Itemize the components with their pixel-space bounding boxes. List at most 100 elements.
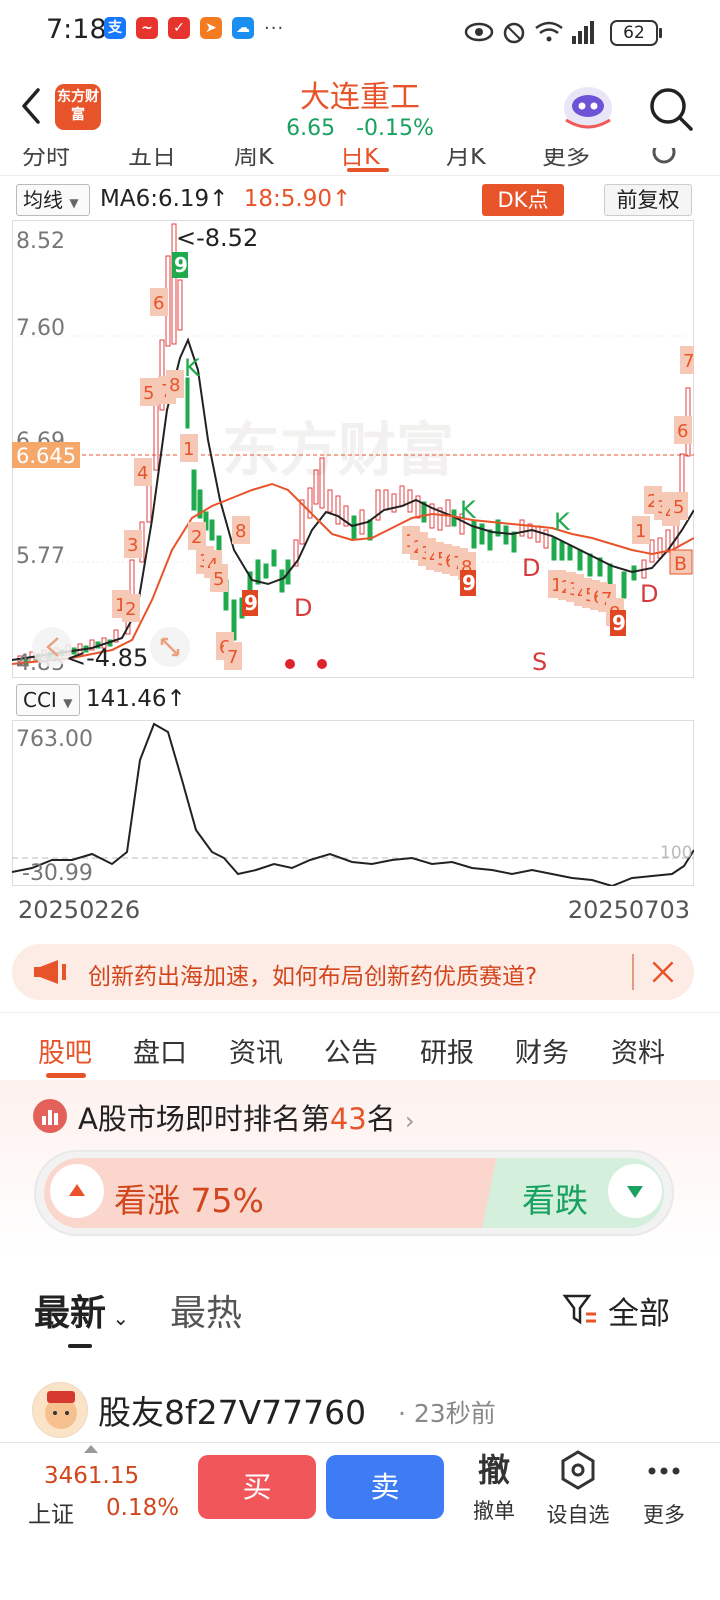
up-triangle-icon[interactable] (50, 1164, 104, 1218)
filter-all-label[interactable]: 全部 (608, 1288, 670, 1333)
status-app-icons: 支 ~ ✓ ➤ ☁ ··· (104, 17, 284, 39)
tab-announcements[interactable]: 公告 (324, 1031, 378, 1070)
ma-selector-label: 均线 (23, 188, 63, 212)
status-time: 7:18 (46, 14, 107, 45)
kline-chart[interactable]: 东方财富 1 2 3 4 5 6 8 1 2 5 7 8 8 1 1 2 5 6… (12, 220, 694, 678)
status-system-icons (464, 21, 594, 44)
period-tabs: 分时 五日 周K 日K 月K 更多 (0, 148, 720, 176)
ma18-value: 18:5.90↑ (243, 186, 352, 212)
tab-more[interactable]: 更多 (542, 148, 590, 171)
svg-text:9: 9 (612, 611, 626, 635)
ranking-chart-icon (33, 1099, 67, 1133)
alipay-icon: 支 (104, 17, 126, 39)
settings-gear-icon[interactable] (646, 148, 682, 172)
market-rank[interactable]: A股市场即时排名第43名 › (78, 1096, 415, 1138)
more-dots-icon (648, 1467, 680, 1475)
ma-selector[interactable]: 均线 ▼ (16, 184, 90, 216)
tab-profile[interactable]: 资料 (611, 1031, 665, 1070)
cancel-order-button[interactable]: 撤 撤单 (454, 1449, 534, 1525)
stock-price: 6.65 (286, 116, 336, 141)
hexagon-watch-icon (561, 1450, 595, 1490)
vote-down-label: 看跌 (522, 1181, 588, 1220)
tab-research[interactable]: 研报 (420, 1031, 474, 1070)
megaphone-icon (34, 960, 66, 984)
post-item[interactable]: 股友8f27V77760 · 23秒前 (0, 1378, 720, 1442)
cci-selector[interactable]: CCI ▼ (16, 684, 80, 716)
sort-row: 最新 ⌄ 最热 全部 (0, 1280, 720, 1350)
svg-text:S: S (532, 648, 547, 676)
notification-app-icon: ➤ (200, 17, 222, 39)
news-banner[interactable]: 创新药出海加速，如何布局创新药优质赛道? (12, 944, 694, 1000)
fullscreen-icon[interactable] (150, 627, 190, 667)
notification-app-icon: ☁ (232, 17, 254, 39)
ma-indicator-row: 均线 ▼ MA6:6.19↑ 18:5.90↑ DK点 前复权 (16, 184, 706, 216)
battery-indicator: 62 (610, 20, 662, 46)
tab-news[interactable]: 资讯 (229, 1031, 283, 1070)
avatar[interactable] (32, 1382, 88, 1438)
svg-text:K: K (184, 354, 201, 382)
down-triangle-icon[interactable] (608, 1164, 662, 1218)
chart-watermark: 东方财富 (222, 416, 454, 484)
dropdown-arrow-icon: ▼ (69, 196, 79, 210)
post-time: · 23秒前 (398, 1399, 496, 1428)
tab-five-day[interactable]: 五日 (128, 148, 176, 171)
price-adjust-button[interactable]: 前复权 (604, 184, 692, 216)
content-tabs: 股吧 盘口 资讯 公告 研报 财务 资料 (0, 1012, 720, 1080)
vote-up-label: 看涨 75% (114, 1181, 264, 1220)
svg-text:3: 3 (127, 535, 138, 556)
svg-text:9: 9 (174, 253, 188, 277)
svg-text:D: D (294, 594, 312, 622)
tab-intraday[interactable]: 分时 (22, 148, 70, 171)
status-bar: 7:18 支 ~ ✓ ➤ ☁ ··· 62 (0, 0, 720, 64)
dk-point-button[interactable]: DK点 (482, 184, 564, 216)
sell-button[interactable]: 卖 (326, 1455, 444, 1519)
tab-finance[interactable]: 财务 (515, 1031, 569, 1070)
add-watchlist-button[interactable]: 设自选 (538, 1449, 618, 1529)
news-headline: 创新药出海加速，如何布局创新药优质赛道? (88, 964, 538, 990)
rank-prefix: A股市场即时排名第 (78, 1102, 330, 1136)
more-button[interactable]: 更多 (624, 1449, 704, 1529)
cancel-order-icon: 撤 (477, 1451, 510, 1489)
fortune-god-avatar-icon (45, 1391, 77, 1429)
signal-icon (572, 21, 594, 44)
cci-chart[interactable]: 763.00 -30.99 100 (12, 720, 694, 886)
add-watchlist-label: 设自选 (546, 1503, 610, 1527)
tab-weekly-k[interactable]: 周K (234, 148, 274, 171)
chart-prev-button[interactable] (32, 627, 72, 667)
svg-text:B: B (674, 553, 687, 575)
svg-text:1: 1 (183, 439, 194, 460)
svg-text:9: 9 (244, 591, 258, 615)
tab-pankou[interactable]: 盘口 (133, 1031, 187, 1070)
search-icon[interactable] (646, 84, 696, 134)
svg-text:6: 6 (677, 421, 688, 442)
sentiment-section: A股市场即时排名第43名 › 看涨 75% 看跌 (0, 1080, 720, 1255)
close-icon[interactable] (632, 954, 688, 990)
svg-text:D: D (640, 580, 658, 608)
cci-ref-label: 100 (660, 843, 692, 863)
high-annotation: <-8.52 (176, 224, 258, 252)
ai-assistant-icon[interactable] (560, 82, 616, 134)
tab-monthly-k[interactable]: 月K (446, 148, 486, 171)
sort-latest[interactable]: 最新 ⌄ (34, 1284, 129, 1336)
index-change: 0.18% (106, 1495, 180, 1521)
index-value[interactable]: 3461.15 (44, 1463, 139, 1489)
svg-text:7: 7 (683, 351, 694, 372)
cci-bottom-label: -30.99 (22, 861, 93, 886)
tab-guba[interactable]: 股吧 (38, 1031, 92, 1070)
svg-text:4: 4 (137, 463, 148, 484)
index-name[interactable]: 上证 (28, 1495, 74, 1529)
vote-bar: 看涨 75% 看跌 (34, 1150, 674, 1236)
filter-icon[interactable] (562, 1292, 598, 1328)
alarm-icon (503, 22, 525, 44)
svg-text:D: D (522, 554, 540, 582)
post-username[interactable]: 股友8f27V77760 (98, 1386, 366, 1434)
svg-text:9: 9 (462, 571, 476, 595)
svg-text:8.52: 8.52 (16, 229, 65, 254)
svg-text:6.645: 6.645 (16, 444, 76, 468)
stock-header: 东方财富 大连重工 6.65 -0.15% (0, 64, 720, 148)
eye-icon (464, 22, 494, 42)
sort-hot[interactable]: 最热 (170, 1284, 242, 1336)
buy-button[interactable]: 买 (198, 1455, 316, 1519)
period-tab-indicator (347, 168, 389, 172)
svg-text:6: 6 (153, 293, 164, 314)
